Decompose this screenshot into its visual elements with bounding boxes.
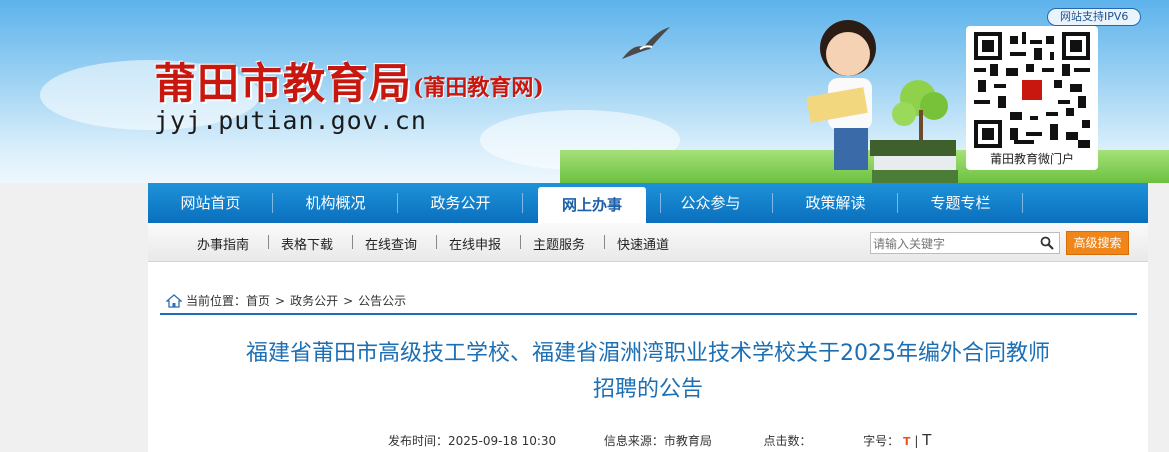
qr-label: 莆田教育微门户 bbox=[989, 152, 1074, 166]
nav-item-public-participation[interactable]: 公众参与 bbox=[658, 183, 763, 223]
nav-divider bbox=[272, 193, 273, 213]
nav-divider bbox=[522, 193, 523, 213]
nav-divider bbox=[1022, 193, 1023, 213]
article-panel: 当前位置： 首页 > 政务公开 > 公告公示 福建省莆田市高级技工学校、福建省湄… bbox=[148, 262, 1148, 452]
sub-nav: 办事指南 表格下载 在线查询 在线申报 主题服务 快速通道 高级搜索 bbox=[148, 223, 1148, 262]
source: 市教育局 bbox=[663, 434, 712, 448]
article-title-line: 招聘的公告 bbox=[592, 377, 703, 402]
nav-divider bbox=[772, 193, 773, 213]
subnav-item-theme-services[interactable]: 主题服务 bbox=[533, 234, 585, 253]
home-icon bbox=[166, 293, 182, 308]
breadcrumb-link-government-affairs[interactable]: 政务公开 bbox=[290, 292, 338, 309]
breadcrumb: 当前位置： 首页 > 政务公开 > 公告公示 bbox=[166, 292, 406, 309]
nav-item-online-services[interactable]: 网上办事 bbox=[538, 187, 646, 223]
font-size-divider: | bbox=[914, 434, 919, 448]
site-subtitle: (莆田教育网) bbox=[413, 75, 544, 101]
breadcrumb-separator: > bbox=[275, 293, 286, 308]
seagull-icon bbox=[622, 27, 670, 59]
subnav-item-forms[interactable]: 表格下载 bbox=[281, 234, 333, 253]
breadcrumb-link-home[interactable]: 首页 bbox=[246, 292, 270, 309]
site-title[interactable]: 莆田市教育局 bbox=[154, 50, 412, 111]
subnav-divider bbox=[604, 235, 605, 249]
subnav-item-guide[interactable]: 办事指南 bbox=[197, 234, 249, 253]
header-banner: 莆田市教育局 (莆田教育网) jyj.putian.gov.cn 网站支持IPV… bbox=[0, 0, 1169, 183]
breadcrumb-prefix: 当前位置： bbox=[186, 294, 247, 308]
qr-code-panel: 莆田教育微门户 bbox=[966, 26, 1098, 170]
nav-divider bbox=[897, 193, 898, 213]
subnav-divider bbox=[520, 235, 521, 249]
site-url: jyj.putian.gov.cn bbox=[154, 106, 427, 135]
publish-time-label: 发布时间： bbox=[388, 434, 449, 448]
subnav-divider bbox=[436, 235, 437, 249]
clicks-label: 点击数： bbox=[763, 434, 812, 448]
breadcrumb-divider bbox=[160, 313, 1137, 315]
ipv6-badge[interactable]: 网站支持IPV6 bbox=[1047, 8, 1142, 26]
subnav-divider bbox=[268, 235, 269, 249]
subnav-divider bbox=[352, 235, 353, 249]
qr-code-icon bbox=[974, 32, 1090, 148]
article-title: 福建省莆田市高级技工学校、福建省湄洲湾职业技术学校关于2025年编外合同教师 招… bbox=[198, 336, 1098, 408]
child-reading-illustration bbox=[806, 20, 958, 183]
nav-item-home[interactable]: 网站首页 bbox=[158, 183, 263, 223]
nav-item-special-topics[interactable]: 专题专栏 bbox=[908, 183, 1013, 223]
nav-item-policy-interpretation[interactable]: 政策解读 bbox=[783, 183, 888, 223]
search-input[interactable] bbox=[871, 234, 1033, 254]
main-nav: 网站首页 机构概况 政务公开 网上办事 公众参与 政策解读 专题专栏 bbox=[148, 183, 1148, 223]
font-size-large-button[interactable]: T bbox=[922, 431, 931, 449]
nav-item-government-affairs[interactable]: 政务公开 bbox=[408, 183, 513, 223]
search-box bbox=[870, 232, 1060, 254]
source-label: 信息来源： bbox=[603, 434, 664, 448]
breadcrumb-link-announcements[interactable]: 公告公示 bbox=[358, 292, 406, 309]
font-size-small-button[interactable]: T bbox=[903, 435, 911, 448]
article-title-line: 福建省莆田市高级技工学校、福建省湄洲湾职业技术学校关于2025年编外合同教师 bbox=[246, 341, 1050, 366]
search-icon[interactable] bbox=[1040, 236, 1054, 250]
publish-time: 2025-09-18 10:30 bbox=[448, 434, 557, 448]
subnav-item-online-query[interactable]: 在线查询 bbox=[365, 234, 417, 253]
nav-divider bbox=[397, 193, 398, 213]
breadcrumb-separator: > bbox=[343, 293, 354, 308]
font-size-label: 字号： bbox=[863, 434, 900, 448]
subnav-item-quick-access[interactable]: 快速通道 bbox=[617, 234, 669, 253]
advanced-search-button[interactable]: 高级搜索 bbox=[1066, 231, 1129, 255]
article-meta: 发布时间：2025-09-18 10:30 信息来源：市教育局 点击数： 字号：… bbox=[388, 431, 931, 449]
nav-item-organization[interactable]: 机构概况 bbox=[283, 183, 388, 223]
subnav-item-online-application[interactable]: 在线申报 bbox=[449, 234, 501, 253]
